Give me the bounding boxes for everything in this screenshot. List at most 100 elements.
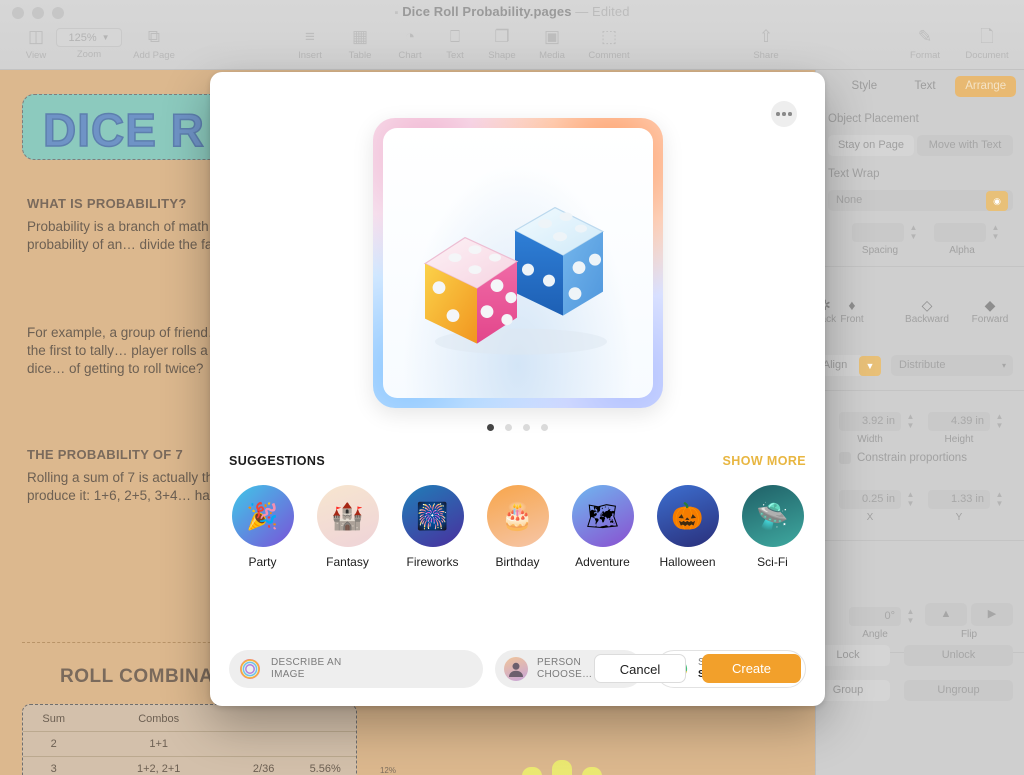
angle-field[interactable]: 0° xyxy=(849,607,901,626)
width-stepper[interactable]: ▲ ▼ xyxy=(905,412,916,431)
angle-stepper[interactable]: ▲ ▼ xyxy=(905,607,916,626)
toolbar-document-button[interactable]: 🗋 Document xyxy=(955,26,1019,61)
share-icon: ⇧ xyxy=(758,27,774,46)
unlock-button[interactable]: Unlock xyxy=(904,645,1013,666)
alpha-field[interactable] xyxy=(934,223,986,242)
y-field[interactable]: 1.33 in xyxy=(928,490,990,509)
suggestion-label: Halloween xyxy=(659,555,716,569)
constrain-proportions-checkbox[interactable]: Constrain proportions xyxy=(839,452,967,464)
tab-text[interactable]: Text xyxy=(894,76,956,97)
cell-percent xyxy=(294,731,356,757)
suggestion-halloween[interactable]: 🎃 Halloween xyxy=(651,485,724,569)
distribute-select[interactable]: Distribute ▾ xyxy=(891,355,1013,376)
suggestion-label: Sci-Fi xyxy=(757,555,788,569)
table-row[interactable]: 3 1+2, 2+1 2/36 5.56% xyxy=(23,756,356,775)
table-col-percent xyxy=(294,705,356,732)
document-title: DICE R xyxy=(42,103,205,157)
window-titlebar: ▪ Dice Roll Probability.pages — Edited ◫… xyxy=(0,0,1024,70)
fireworks-icon: 🎆 xyxy=(401,485,464,547)
chart-y-axis: 12% 10% 8% 6% xyxy=(370,760,398,775)
height-stepper[interactable]: ▲ ▼ xyxy=(994,412,1005,431)
image-playground-dialog[interactable]: SUGGESTIONS SHOW MORE 🎉 Party 🏰 Fantasy … xyxy=(210,72,825,706)
suggestions-list: 🎉 Party 🏰 Fantasy 🎆 Fireworks 🎂 Birthday… xyxy=(226,485,809,569)
wrap-refresh-button[interactable]: ◉ xyxy=(986,191,1008,211)
toolbar-media-button[interactable]: ▣ Media xyxy=(520,26,584,61)
bring-to-front-icon: ♦ xyxy=(848,297,856,313)
inspector-tabs[interactable]: Style Text Arrange xyxy=(834,76,1016,97)
text-wrap-label: Text Wrap xyxy=(828,168,880,180)
suggestion-party[interactable]: 🎉 Party xyxy=(226,485,299,569)
suggestion-adventure[interactable]: 🗺 Adventure xyxy=(566,485,639,569)
height-field[interactable]: 4.39 in xyxy=(928,412,990,431)
chart-bar xyxy=(522,767,542,775)
generated-image-card[interactable] xyxy=(373,118,663,408)
ungroup-button[interactable]: Ungroup xyxy=(904,680,1013,701)
ufo-icon: 🛸 xyxy=(741,485,804,547)
generated-image xyxy=(383,128,653,398)
flip-vertical-button[interactable]: ▶ xyxy=(971,603,1013,626)
object-placement-label: Object Placement xyxy=(828,113,919,125)
bring-forward-icon: ◆ xyxy=(984,297,996,313)
chevron-down-icon: ▼ xyxy=(101,33,110,42)
roll-combinations-table[interactable]: Sum Combos 2 1+1 3 1+2, 2+1 2/36 5.56% xyxy=(22,704,357,775)
y-stepper[interactable]: ▲ ▼ xyxy=(994,490,1005,509)
create-button[interactable]: Create xyxy=(702,654,801,683)
sidebar-divider xyxy=(816,540,1024,541)
carousel-page-dots[interactable] xyxy=(210,424,825,431)
toolbar-format-button[interactable]: ✎ Format xyxy=(893,26,957,61)
cell-combos: 1+1 xyxy=(84,731,233,757)
format-inspector-sidebar[interactable]: Style Text Arrange Object Placement Stay… xyxy=(806,70,1024,775)
cancel-button[interactable]: Cancel xyxy=(594,654,686,683)
width-field[interactable]: 3.92 in xyxy=(839,412,901,431)
x-label: X xyxy=(866,512,874,523)
sidebar-divider xyxy=(816,390,1024,391)
zoom-select[interactable]: 125% ▼ xyxy=(56,28,122,47)
checkbox-icon xyxy=(839,452,851,464)
toolbar-share-button[interactable]: ⇧ Share xyxy=(734,26,798,61)
suggestion-label: Adventure xyxy=(575,555,630,569)
move-with-text-button[interactable]: Move with Text xyxy=(917,135,1013,156)
toolbar-comment-button[interactable]: ⬚ Comment xyxy=(577,26,641,61)
x-field[interactable]: 0.25 in xyxy=(839,490,901,509)
comment-icon: ⬚ xyxy=(600,27,618,46)
suggestion-scifi[interactable]: 🛸 Sci-Fi xyxy=(736,485,809,569)
page-dot[interactable] xyxy=(487,424,494,431)
table-row[interactable]: 2 1+1 xyxy=(23,731,356,757)
suggestion-fantasy[interactable]: 🏰 Fantasy xyxy=(311,485,384,569)
spacing-field[interactable] xyxy=(852,223,904,242)
window-title: ▪ Dice Roll Probability.pages — Edited xyxy=(0,4,1024,19)
cell-sum: 3 xyxy=(23,756,85,775)
align-chevron-button[interactable]: ▼ xyxy=(859,356,881,376)
page-dot[interactable] xyxy=(505,424,512,431)
dice-illustration xyxy=(423,206,607,355)
bring-forward-label: Forward xyxy=(971,314,1009,325)
chart-plot-area: 5.56% 8.33% 11.11% 11.11% 8.33% 5.56% xyxy=(398,760,750,775)
spacing-stepper[interactable]: ▲ ▼ xyxy=(908,223,919,242)
send-backward-button[interactable]: ◇ Backward xyxy=(897,296,957,325)
stay-on-page-button[interactable]: Stay on Page xyxy=(828,135,914,156)
cell-percent: 5.56% xyxy=(294,756,356,775)
bring-forward-button[interactable]: ◆ Forward xyxy=(960,296,1020,325)
heading-what-is-probability: WHAT IS PROBABILITY? xyxy=(27,196,187,211)
page-dot[interactable] xyxy=(541,424,548,431)
cell-combos: 1+2, 2+1 xyxy=(84,756,233,775)
tab-style[interactable]: Style xyxy=(834,76,895,97)
alpha-stepper[interactable]: ▲ ▼ xyxy=(990,223,1001,242)
window-edited-status: — Edited xyxy=(575,4,630,19)
toolbar-format-label: Format xyxy=(909,50,941,61)
suggestion-fireworks[interactable]: 🎆 Fireworks xyxy=(396,485,469,569)
app-root: ▪ Dice Roll Probability.pages — Edited ◫… xyxy=(0,0,1024,775)
bring-to-front-button[interactable]: ♦ Front xyxy=(829,296,875,325)
suggestion-birthday[interactable]: 🎂 Birthday xyxy=(481,485,554,569)
flip-horizontal-button[interactable]: ▲ xyxy=(925,603,967,626)
toolbar-add-page-button[interactable]: ⧉ Add Page xyxy=(122,26,186,61)
sidebar-divider xyxy=(816,266,1024,267)
suggestion-label: Party xyxy=(248,555,277,569)
page-dot[interactable] xyxy=(523,424,530,431)
cell-odds: 2/36 xyxy=(232,756,295,775)
zoom-value: 125% xyxy=(68,31,97,44)
probability-bar-chart[interactable]: 12% 10% 8% 6% 5.56% xyxy=(370,760,750,775)
x-stepper[interactable]: ▲ ▼ xyxy=(905,490,916,509)
tab-arrange[interactable]: Arrange xyxy=(955,76,1016,97)
show-more-button[interactable]: SHOW MORE xyxy=(723,454,806,468)
